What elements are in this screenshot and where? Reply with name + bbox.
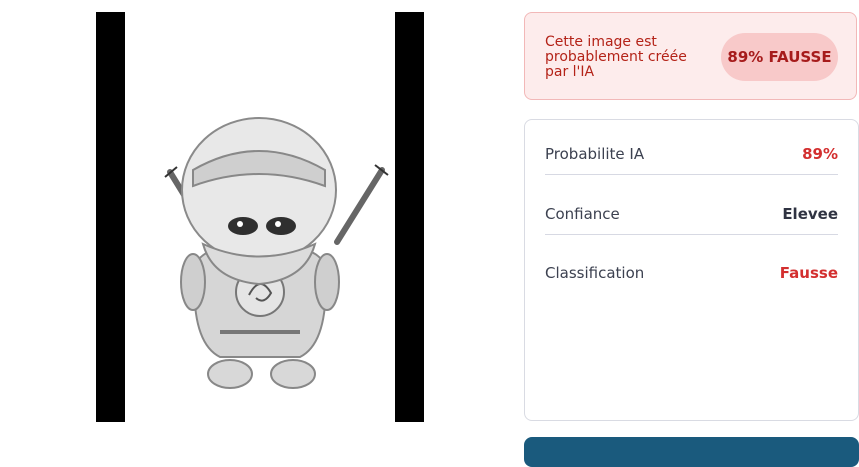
ai-detection-alert: Cette image est probablement créée par l… — [524, 12, 857, 100]
metric-value: 89% — [802, 145, 838, 163]
image-preview — [96, 12, 424, 422]
analyzed-image — [125, 12, 395, 422]
verdict-badge: 89% FAUSSE — [721, 33, 838, 81]
metric-row-confidence: Confiance Elevee — [545, 194, 838, 235]
metric-value: Fausse — [779, 264, 838, 282]
metric-label: Classification — [545, 264, 645, 282]
ninja-illustration — [164, 117, 389, 389]
metric-value: Elevee — [782, 205, 838, 223]
metric-label: Probabilite IA — [545, 145, 645, 163]
metric-row-classification: Classification Fausse — [545, 253, 838, 293]
analysis-details-card: Probabilite IA 89% Confiance Elevee Clas… — [524, 119, 859, 421]
metric-row-probability: Probabilite IA 89% — [545, 134, 838, 175]
primary-action-button[interactable] — [524, 437, 859, 467]
metric-label: Confiance — [545, 205, 620, 223]
alert-message: Cette image est probablement créée par l… — [545, 34, 687, 80]
